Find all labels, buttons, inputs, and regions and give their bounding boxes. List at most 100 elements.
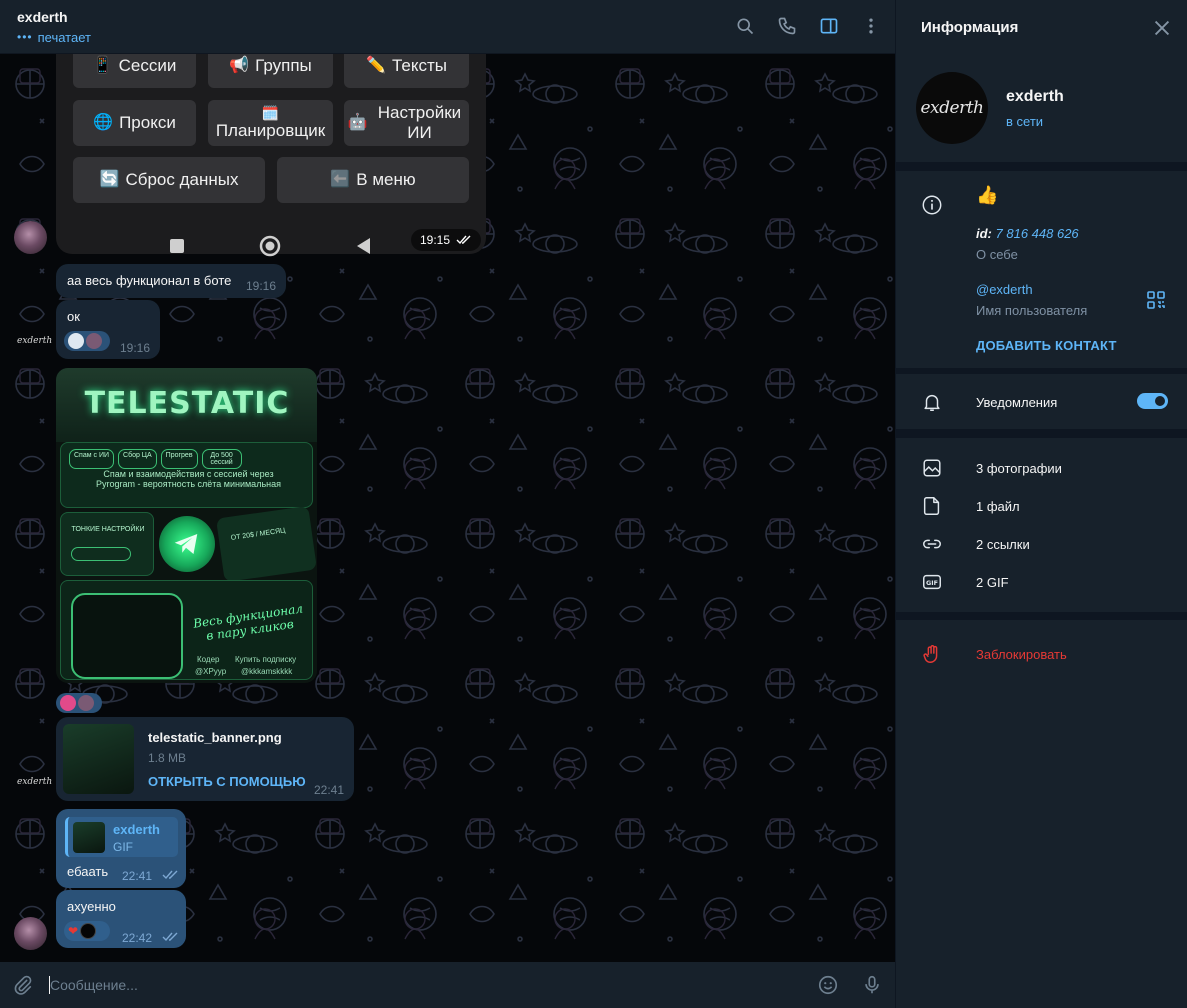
- typing-dots-icon: •••: [17, 30, 33, 44]
- kbd-button-label: В меню: [356, 170, 416, 189]
- message-bubble[interactable]: аа весь функционал в боте 19:16: [56, 264, 286, 298]
- file-thumbnail[interactable]: [63, 724, 134, 794]
- typing-status-text: печатает: [37, 29, 91, 45]
- banner-price: ОТ 20$ / МЕСЯЦ: [230, 527, 286, 542]
- sidebar-toggle-icon[interactable]: [817, 14, 841, 38]
- file-name: telestatic_banner.png: [148, 730, 282, 745]
- read-ticks-icon: [162, 870, 178, 880]
- sender-avatar[interactable]: [14, 221, 47, 254]
- message-bubble[interactable]: ок 19:16: [56, 300, 160, 359]
- profile-id-label: id:: [976, 226, 992, 241]
- media-files[interactable]: 1 файл: [976, 499, 1020, 514]
- banner-fine-settings-tile: ТОНКИЕ НАСТРОЙКИ: [60, 512, 154, 576]
- sender-avatar-logo[interactable]: exderth: [17, 777, 52, 787]
- text-caret: [49, 976, 50, 994]
- message-text: аа весь функционал в боте: [67, 273, 232, 288]
- reply-preview[interactable]: exderth GIF: [65, 817, 178, 857]
- banner-coder: @XPyyp: [195, 667, 227, 676]
- media-links[interactable]: 2 ссылки: [976, 537, 1030, 552]
- android-nav-icons: [170, 235, 370, 257]
- message-time: 19:16: [120, 341, 151, 355]
- reply-thumbnail: [73, 822, 105, 853]
- file-message-bubble[interactable]: telestatic_banner.png 1.8 MB ОТКРЫТЬ С П…: [56, 717, 354, 801]
- kbd-button-label: Сброс данных: [125, 170, 239, 189]
- kbd-button-label: Настройки ИИ: [377, 103, 462, 142]
- message-bubble-outgoing[interactable]: exderth GIF ебаать 22:41: [56, 809, 186, 888]
- profile-status: в сети: [1006, 114, 1044, 129]
- sender-avatar-logo[interactable]: exderth: [17, 336, 52, 346]
- kbd-button-label: Планировщик: [215, 121, 326, 140]
- profile-avatar[interactable]: exderth: [916, 72, 988, 144]
- bell-icon: [924, 394, 940, 411]
- profile-username[interactable]: @exderth: [976, 282, 1033, 297]
- read-ticks-icon: [456, 235, 471, 245]
- section-divider: [896, 612, 1187, 620]
- telegram-logo-icon: [159, 516, 215, 572]
- message-text: ебаать: [67, 864, 109, 879]
- username-label: Имя пользователя: [976, 303, 1088, 318]
- svg-text:GIF: GIF: [926, 579, 938, 587]
- block-user-button[interactable]: Заблокировать: [976, 647, 1067, 662]
- file-icon: [923, 497, 940, 515]
- sender-avatar[interactable]: [14, 917, 47, 950]
- attach-icon[interactable]: [12, 974, 34, 996]
- kbd-button-label: Группы: [255, 56, 312, 75]
- telegram-window: exderth ••• печатает 📱 Сессии 📢 Группы ✏…: [0, 0, 1187, 1008]
- phone-emoji-icon: 📱: [92, 57, 113, 74]
- qr-code-icon[interactable]: [1147, 291, 1165, 309]
- open-with-link[interactable]: ОТКРЫТЬ С ПОМОЩЬЮ: [148, 774, 306, 789]
- close-icon[interactable]: [1151, 17, 1173, 39]
- media-photos[interactable]: 3 фотографии: [976, 461, 1062, 476]
- more-vertical-icon[interactable]: [859, 14, 883, 38]
- banner-script-text: Весь функционал в пару кликов: [192, 601, 304, 643]
- message-time: 22:41: [122, 869, 153, 883]
- section-divider: [896, 368, 1187, 374]
- search-icon[interactable]: [733, 14, 757, 38]
- chat-header[interactable]: exderth ••• печатает: [0, 0, 895, 54]
- gif-icon: GIF: [923, 574, 941, 590]
- kbd-button-label: Прокси: [119, 113, 176, 132]
- message-input[interactable]: [50, 974, 790, 996]
- emoji-icon[interactable]: [817, 974, 839, 996]
- banner-photo[interactable]: TELESTATIC Спам с ИИ Сбор ЦА Прогрев До …: [56, 368, 317, 683]
- link-icon: [923, 539, 941, 549]
- profile-name: exderth: [1006, 88, 1064, 105]
- heart-emoji-icon: ❤: [68, 924, 79, 938]
- kbd-button-to-menu: ⬅️ В меню: [277, 157, 469, 203]
- profile-id-value: 7 816 448 626: [995, 226, 1079, 241]
- reaction-pill[interactable]: [56, 693, 102, 713]
- add-contact-button[interactable]: ДОБАВИТЬ КОНТАКТ: [976, 338, 1117, 353]
- reply-type: GIF: [113, 840, 133, 854]
- banner-tile-text: ТОНКИЕ НАСТРОЙКИ: [71, 526, 145, 533]
- reaction-pill[interactable]: [64, 331, 110, 351]
- chat-title[interactable]: exderth: [17, 9, 91, 25]
- profile-id[interactable]: id: 7 816 448 626: [976, 226, 1079, 241]
- message-time-badge: 19:15: [411, 229, 481, 251]
- message-bubble-outgoing[interactable]: ахуенно ❤ 22:42: [56, 890, 186, 948]
- profile-avatar-logo: exderth: [920, 98, 985, 118]
- reaction-pill[interactable]: ❤: [64, 921, 110, 941]
- message-text: ок: [67, 309, 80, 324]
- phone-mockup: [71, 593, 183, 679]
- message-time: 22:41: [314, 783, 345, 797]
- kbd-button-scheduler: 🗓️ Планировщик: [208, 100, 333, 146]
- notifications-toggle[interactable]: [1137, 393, 1168, 409]
- info-circle-icon: [922, 195, 942, 215]
- refresh-emoji-icon: 🔄: [99, 171, 120, 188]
- block-hand-icon: [923, 645, 938, 663]
- message-text: ахуенно: [67, 899, 116, 914]
- phone-icon[interactable]: [775, 14, 799, 38]
- bot-keyboard-screenshot[interactable]: 📱 Сессии 📢 Группы ✏️ Тексты 🌐 Прокси 🗓️ …: [56, 44, 486, 254]
- message-time: 22:42: [122, 931, 153, 945]
- heart-hands-emoji-icon: [60, 695, 76, 711]
- media-gifs[interactable]: 2 GIF: [976, 575, 1009, 590]
- microphone-icon[interactable]: [861, 974, 883, 996]
- megaphone-emoji-icon: 📢: [229, 57, 250, 74]
- banner-logo-text: TELESTATIC: [84, 386, 290, 421]
- banner-description: Спам и взаимодействия с сессией через Py…: [96, 469, 281, 489]
- kbd-button-label: Сессии: [118, 56, 177, 75]
- banner-tag: Сбор ЦА: [118, 449, 157, 469]
- reaction-avatar: [86, 333, 102, 349]
- reaction-avatar: [80, 923, 97, 939]
- reaction-emoji-icon: [68, 333, 84, 349]
